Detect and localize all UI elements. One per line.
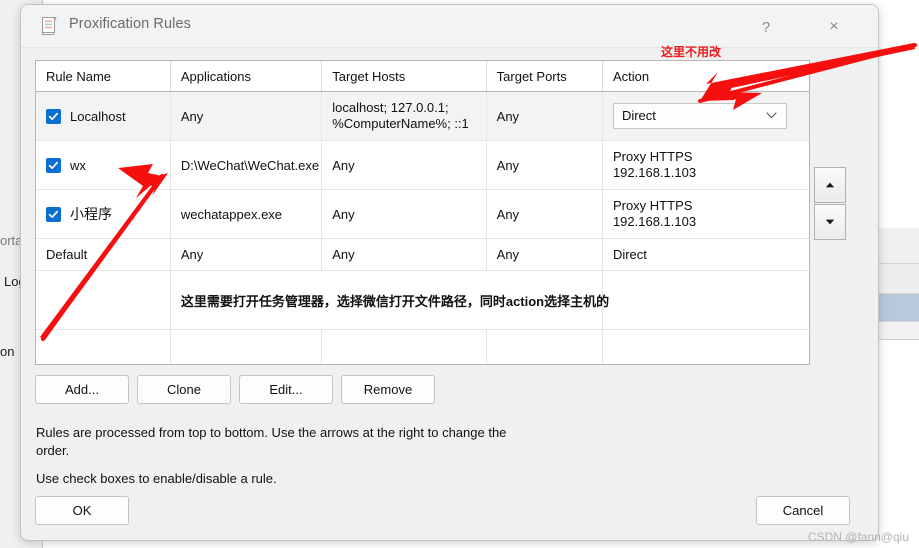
cell-action[interactable]: Proxy HTTPS 192.168.1.103 <box>602 189 809 239</box>
column-header-action[interactable]: Action <box>602 61 809 92</box>
move-down-button[interactable] <box>814 204 846 240</box>
ok-button[interactable]: OK <box>35 496 129 525</box>
cell-target-ports: Any <box>486 238 603 271</box>
close-button[interactable]: × <box>812 13 856 41</box>
cell-action[interactable]: Direct <box>602 91 809 141</box>
rule-enabled-checkbox[interactable] <box>46 108 61 124</box>
action-line-1: Proxy HTTPS <box>612 198 693 213</box>
cell-empty <box>602 329 809 364</box>
dialog-title: Proxification Rules <box>69 16 191 32</box>
column-header-rule-name[interactable]: Rule Name <box>36 61 171 92</box>
cell-empty <box>36 329 171 364</box>
help-text-order: Rules are processed from top to bottom. … <box>36 425 507 458</box>
cell-rule-name[interactable]: Localhost <box>36 91 171 141</box>
action-line-2: 192.168.1.103 <box>612 165 697 180</box>
rule-enabled-checkbox[interactable] <box>46 206 61 222</box>
cell-target-ports: Any <box>486 91 603 141</box>
clone-button[interactable]: Clone <box>137 375 231 404</box>
cell-target-hosts: Any <box>321 140 487 190</box>
cell-applications: Any <box>170 238 323 271</box>
move-up-arrow-icon <box>825 182 835 188</box>
bg-fragment-on: on <box>0 344 15 359</box>
cell-action[interactable]: Proxy HTTPS 192.168.1.103 <box>602 140 809 190</box>
cell-rule-name[interactable]: 小程序 <box>36 189 171 239</box>
rule-name-label: wx <box>70 157 86 173</box>
action-dropdown-value: Direct <box>621 108 656 123</box>
edit-button[interactable]: Edit... <box>239 375 333 404</box>
rules-table: Rule Name Applications Target Hosts Targ… <box>36 61 809 364</box>
cancel-button[interactable]: Cancel <box>756 496 850 525</box>
watermark: CSDN @fann@qiu <box>807 530 909 544</box>
proxification-rules-dialog: Proxification Rules ? × Rule Name Applic… <box>20 4 879 541</box>
help-button[interactable]: ? <box>744 13 788 41</box>
rule-name-label: 小程序 <box>70 206 112 222</box>
column-header-target-hosts[interactable]: Target Hosts <box>321 61 487 92</box>
table-row[interactable]: wx D:\WeChat\WeChat.exe Any Any Proxy HT… <box>36 140 809 190</box>
table-row-empty[interactable] <box>36 329 809 364</box>
table-row[interactable]: 小程序 wechatappex.exe Any Any Proxy HTTPS … <box>36 189 809 239</box>
move-down-arrow-icon <box>825 219 835 225</box>
rule-name-label: Localhost <box>70 108 126 124</box>
table-row[interactable]: Localhost Any localhost; 127.0.0.1; %Com… <box>36 91 809 141</box>
table-header-row: Rule Name Applications Target Hosts Targ… <box>36 61 809 92</box>
inline-annotation-note: 这里需要打开任务管理器，选择微信打开文件路径，同时action选择主机的 <box>170 270 609 330</box>
action-line-1: Proxy HTTPS <box>612 149 693 164</box>
scroll-rules-icon <box>41 16 57 36</box>
cell-empty <box>602 270 809 330</box>
cell-action: Direct <box>602 238 809 271</box>
table-row[interactable]: Default Any Any Any Direct <box>36 238 809 271</box>
column-header-applications[interactable]: Applications <box>170 61 323 92</box>
table-row-empty[interactable]: 这里需要打开任务管理器，选择微信打开文件路径，同时action选择主机的 <box>36 270 809 330</box>
action-line-2: 192.168.1.103 <box>612 214 697 229</box>
rules-table-container[interactable]: Rule Name Applications Target Hosts Targ… <box>35 60 810 365</box>
annotation-top-right: 这里不用改 <box>661 45 722 59</box>
rule-enabled-checkbox[interactable] <box>46 157 61 173</box>
cell-empty <box>36 270 171 330</box>
cell-empty <box>170 329 323 364</box>
reorder-buttons <box>814 167 846 240</box>
cell-target-ports: Any <box>486 140 603 190</box>
cell-target-hosts: Any <box>321 189 487 239</box>
cell-applications: wechatappex.exe <box>170 189 323 239</box>
dialog-titlebar: Proxification Rules ? × <box>21 5 878 48</box>
column-header-target-ports[interactable]: Target Ports <box>486 61 603 92</box>
chevron-down-icon <box>766 112 777 119</box>
cell-target-hosts: Any <box>321 238 487 271</box>
cell-empty <box>321 329 487 364</box>
add-button[interactable]: Add... <box>35 375 129 404</box>
move-up-button[interactable] <box>814 167 846 203</box>
cell-empty <box>486 329 603 364</box>
cell-applications: Any <box>170 91 323 141</box>
target-hosts-line-1: localhost; 127.0.0.1; <box>332 100 449 115</box>
remove-button[interactable]: Remove <box>341 375 435 404</box>
help-text-checkboxes: Use check boxes to enable/disable a rule… <box>36 471 277 486</box>
action-dropdown[interactable]: Direct <box>612 103 787 129</box>
cell-rule-name: Default <box>36 238 171 271</box>
cell-target-ports: Any <box>486 189 603 239</box>
cell-rule-name[interactable]: wx <box>36 140 171 190</box>
cell-target-hosts: localhost; 127.0.0.1; %ComputerName%; ::… <box>321 91 487 141</box>
target-hosts-line-2: %ComputerName%; ::1 <box>332 116 469 131</box>
cell-applications: D:\WeChat\WeChat.exe <box>170 140 323 190</box>
